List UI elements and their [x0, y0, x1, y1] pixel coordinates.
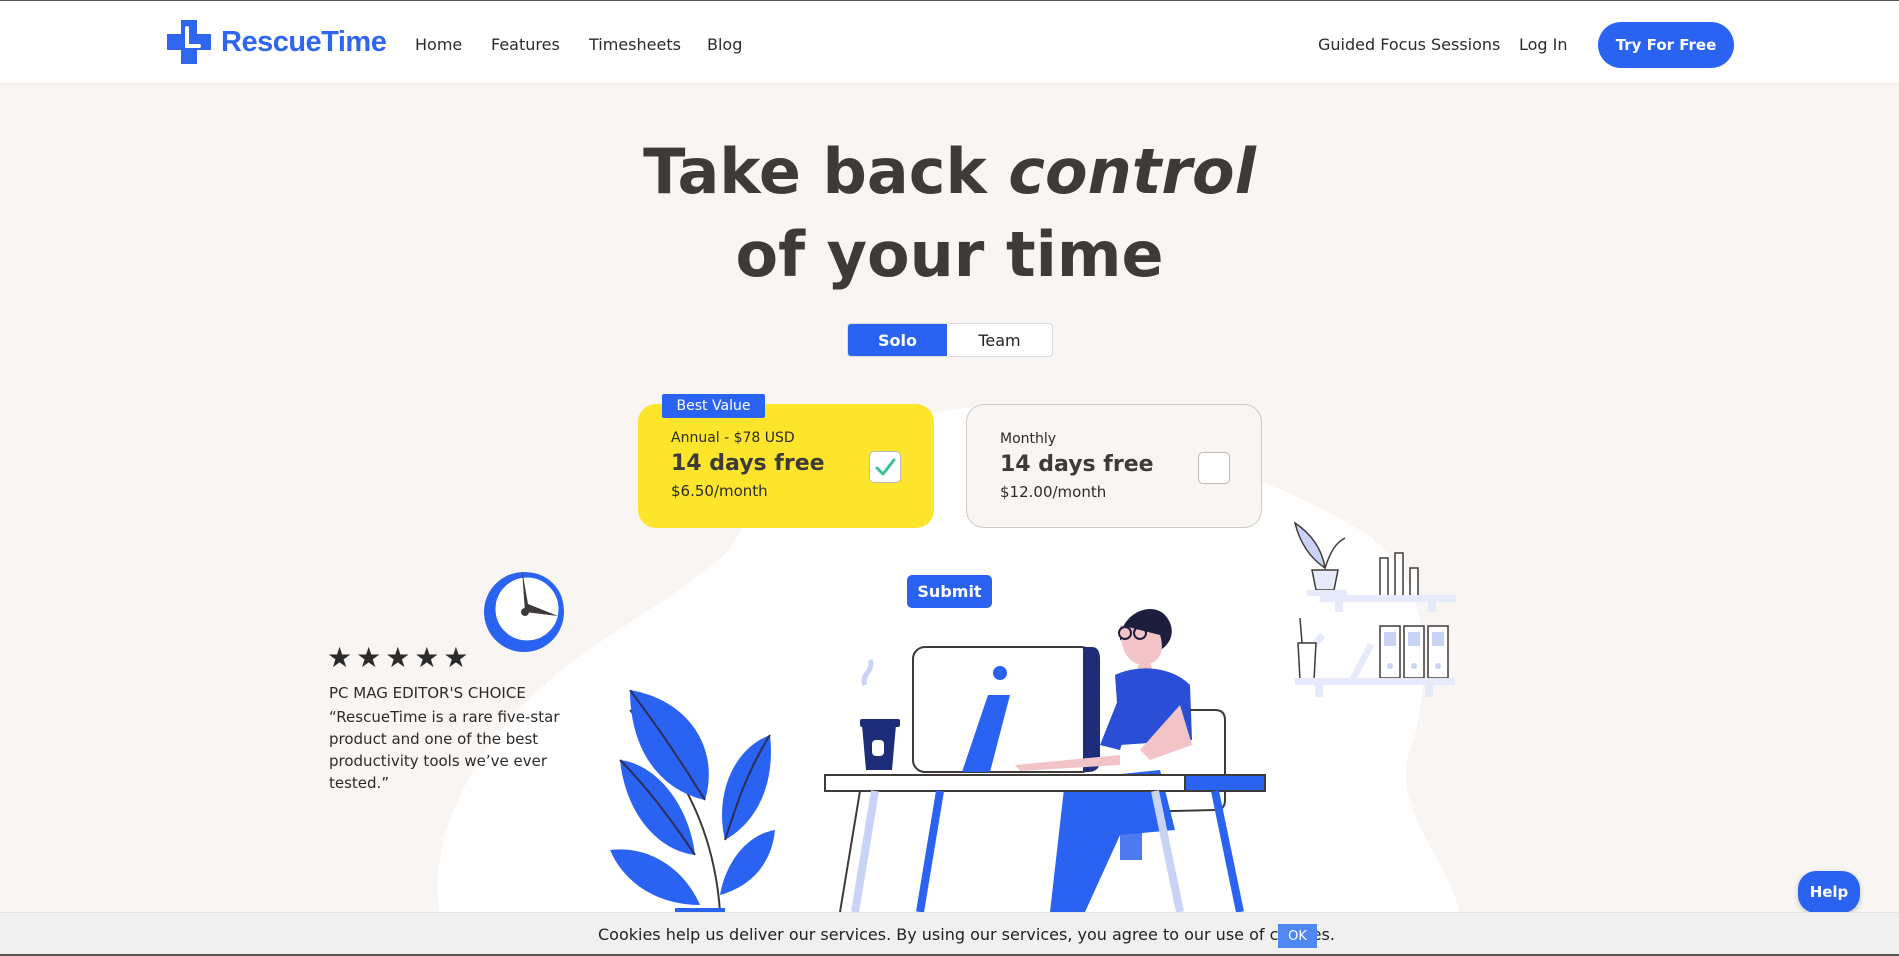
plan-type-toggle: Solo Team	[847, 323, 1053, 357]
checkmark-icon	[875, 458, 896, 476]
site-header: RescueTime Home Features Timesheets Blog…	[0, 1, 1899, 83]
plan-card-annual[interactable]: Annual - $78 USD 14 days free $6.50/mont…	[638, 404, 934, 528]
hero-title-part1: Take back	[643, 135, 1009, 208]
plan-label: Monthly	[1000, 431, 1057, 447]
hero-title-line2: of your time	[735, 218, 1164, 291]
nav-log-in[interactable]: Log In	[1519, 35, 1568, 54]
rating-stars: ★★★★★	[327, 641, 473, 674]
toggle-solo[interactable]: Solo	[848, 324, 947, 356]
desk-illustration	[824, 609, 1266, 912]
cookie-text: Cookies help us deliver our services. By…	[598, 925, 1335, 944]
hero-title: Take back control of your time	[0, 130, 1899, 296]
nav-features[interactable]: Features	[491, 35, 560, 54]
nav-timesheets[interactable]: Timesheets	[589, 35, 681, 54]
nav-guided-focus-sessions[interactable]: Guided Focus Sessions	[1318, 35, 1500, 54]
rescuetime-logo-icon	[165, 18, 213, 66]
toggle-team[interactable]: Team	[947, 324, 1052, 356]
shelf-illustration	[1293, 521, 1456, 697]
review-source: PC MAG EDITOR'S CHOICE	[329, 684, 526, 702]
help-button[interactable]: Help	[1798, 871, 1860, 913]
try-for-free-button[interactable]: Try For Free	[1598, 22, 1734, 68]
plan-checkbox-monthly[interactable]	[1198, 452, 1230, 484]
nav-blog[interactable]: Blog	[707, 35, 742, 54]
cookie-ok-button[interactable]: OK	[1278, 924, 1317, 948]
plan-headline: 14 days free	[671, 451, 825, 476]
best-value-badge: Best Value	[662, 394, 765, 418]
plan-checkbox-annual[interactable]	[869, 451, 901, 483]
plan-card-monthly[interactable]: Monthly 14 days free $12.00/month	[966, 404, 1262, 528]
logo[interactable]: RescueTime	[165, 18, 387, 66]
logo-text: RescueTime	[221, 25, 387, 58]
plant-illustration	[610, 690, 775, 912]
review-quote: “RescueTime is a rare five-star product …	[329, 708, 560, 792]
hero-title-emphasis: control	[1008, 135, 1256, 208]
plan-price: $12.00/month	[1000, 483, 1107, 501]
plan-label: Annual - $78 USD	[671, 430, 795, 446]
plan-headline: 14 days free	[1000, 452, 1154, 477]
cookie-banner: Cookies help us deliver our services. By…	[0, 912, 1899, 956]
nav-home[interactable]: Home	[415, 35, 462, 54]
clock-icon	[484, 570, 564, 652]
plan-price: $6.50/month	[671, 482, 768, 500]
